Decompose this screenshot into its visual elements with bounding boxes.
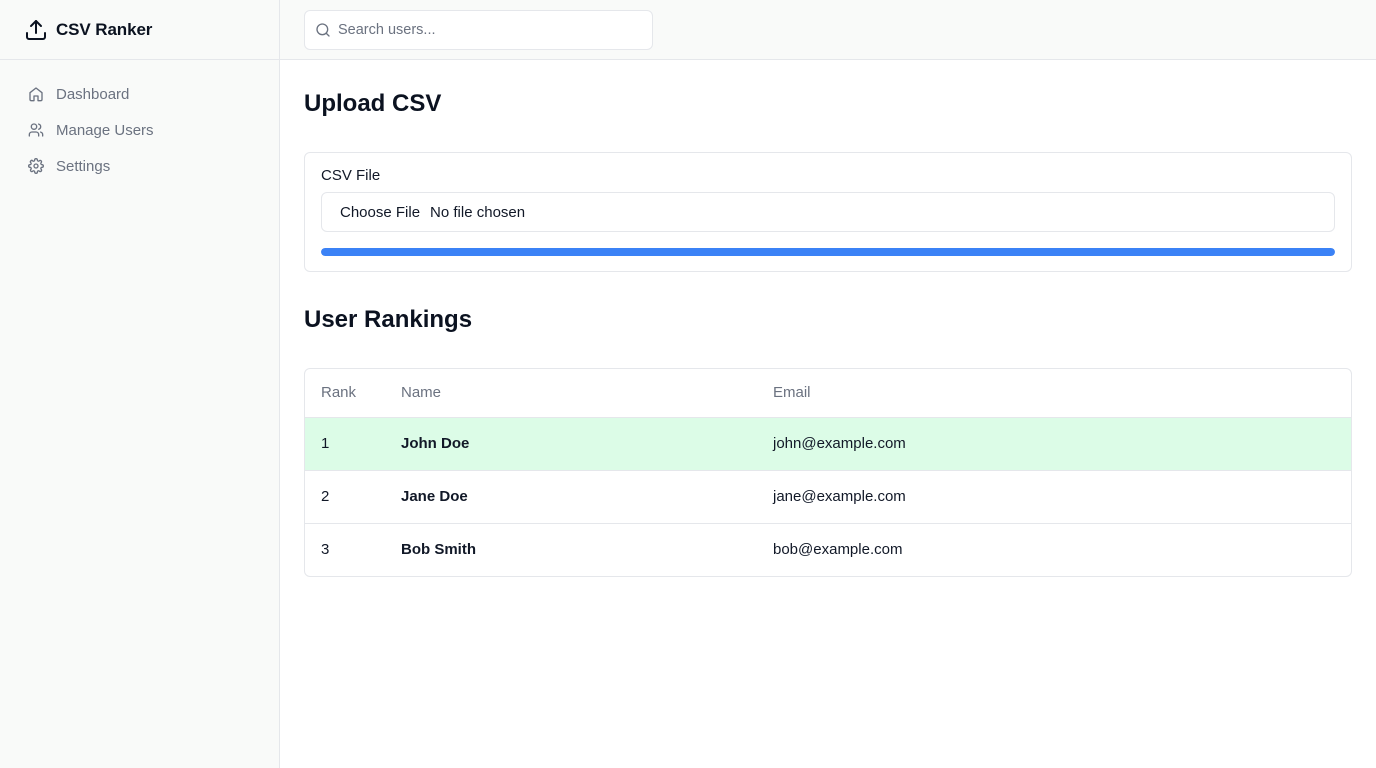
sidebar: CSV Ranker Dashboard Manage Users Settin… bbox=[0, 0, 280, 768]
table-row[interactable]: 3 Bob Smith bob@example.com bbox=[305, 523, 1351, 576]
email-cell: john@example.com bbox=[773, 435, 906, 452]
sidebar-item-label: Settings bbox=[56, 157, 111, 175]
name-cell: Bob Smith bbox=[401, 541, 476, 559]
home-icon bbox=[28, 86, 44, 102]
column-header-email: Email bbox=[773, 369, 1351, 418]
rank-cell: 1 bbox=[321, 435, 330, 452]
csv-file-label: CSV File bbox=[321, 167, 381, 184]
file-status-text: No file chosen bbox=[430, 203, 526, 221]
upload-section-title: Upload CSV bbox=[304, 90, 442, 117]
gear-icon bbox=[28, 158, 44, 174]
app-root: CSV Ranker Dashboard Manage Users Settin… bbox=[0, 0, 1376, 768]
column-header-rank: Rank bbox=[305, 369, 401, 418]
sidebar-item-dashboard[interactable]: Dashboard bbox=[16, 76, 263, 112]
content: Upload CSV CSV File Choose File No file … bbox=[280, 60, 1376, 577]
upload-card: CSV File Choose File No file chosen bbox=[304, 152, 1352, 272]
search-input[interactable] bbox=[338, 21, 652, 38]
column-header-name: Name bbox=[401, 369, 773, 418]
search-box[interactable] bbox=[304, 9, 653, 50]
upload-progress-bar bbox=[321, 248, 1335, 256]
rankings-section-title: User Rankings bbox=[304, 306, 473, 333]
rankings-table-card: Rank Name Email 1 John Doe john@example.… bbox=[304, 368, 1352, 577]
upload-icon bbox=[24, 18, 48, 42]
sidebar-item-label: Dashboard bbox=[56, 85, 130, 103]
topbar bbox=[280, 0, 1376, 60]
brand[interactable]: CSV Ranker bbox=[0, 0, 279, 60]
email-cell: jane@example.com bbox=[773, 488, 906, 505]
upload-progress-fill bbox=[321, 248, 1335, 256]
name-cell: John Doe bbox=[401, 435, 470, 452]
csv-file-input[interactable]: Choose File No file chosen bbox=[321, 192, 1335, 232]
name-cell: Jane Doe bbox=[401, 488, 468, 505]
users-icon bbox=[28, 122, 44, 138]
table-row[interactable]: 2 Jane Doe jane@example.com bbox=[305, 470, 1351, 523]
sidebar-item-manage-users[interactable]: Manage Users bbox=[16, 112, 263, 148]
rank-cell: 2 bbox=[321, 488, 330, 505]
table-header-row: Rank Name Email bbox=[305, 369, 1351, 418]
email-cell: bob@example.com bbox=[773, 541, 903, 559]
sidebar-nav: Dashboard Manage Users Settings bbox=[0, 60, 279, 184]
table-row[interactable]: 1 John Doe john@example.com bbox=[305, 417, 1351, 470]
search-icon bbox=[315, 22, 331, 38]
sidebar-item-label: Manage Users bbox=[56, 121, 154, 139]
sidebar-item-settings[interactable]: Settings bbox=[16, 148, 263, 184]
main-area: Upload CSV CSV File Choose File No file … bbox=[280, 0, 1376, 768]
app-title: CSV Ranker bbox=[56, 19, 153, 39]
rank-cell: 3 bbox=[321, 541, 330, 559]
choose-file-button[interactable]: Choose File bbox=[340, 204, 420, 221]
rankings-table: Rank Name Email 1 John Doe john@example.… bbox=[305, 369, 1351, 576]
